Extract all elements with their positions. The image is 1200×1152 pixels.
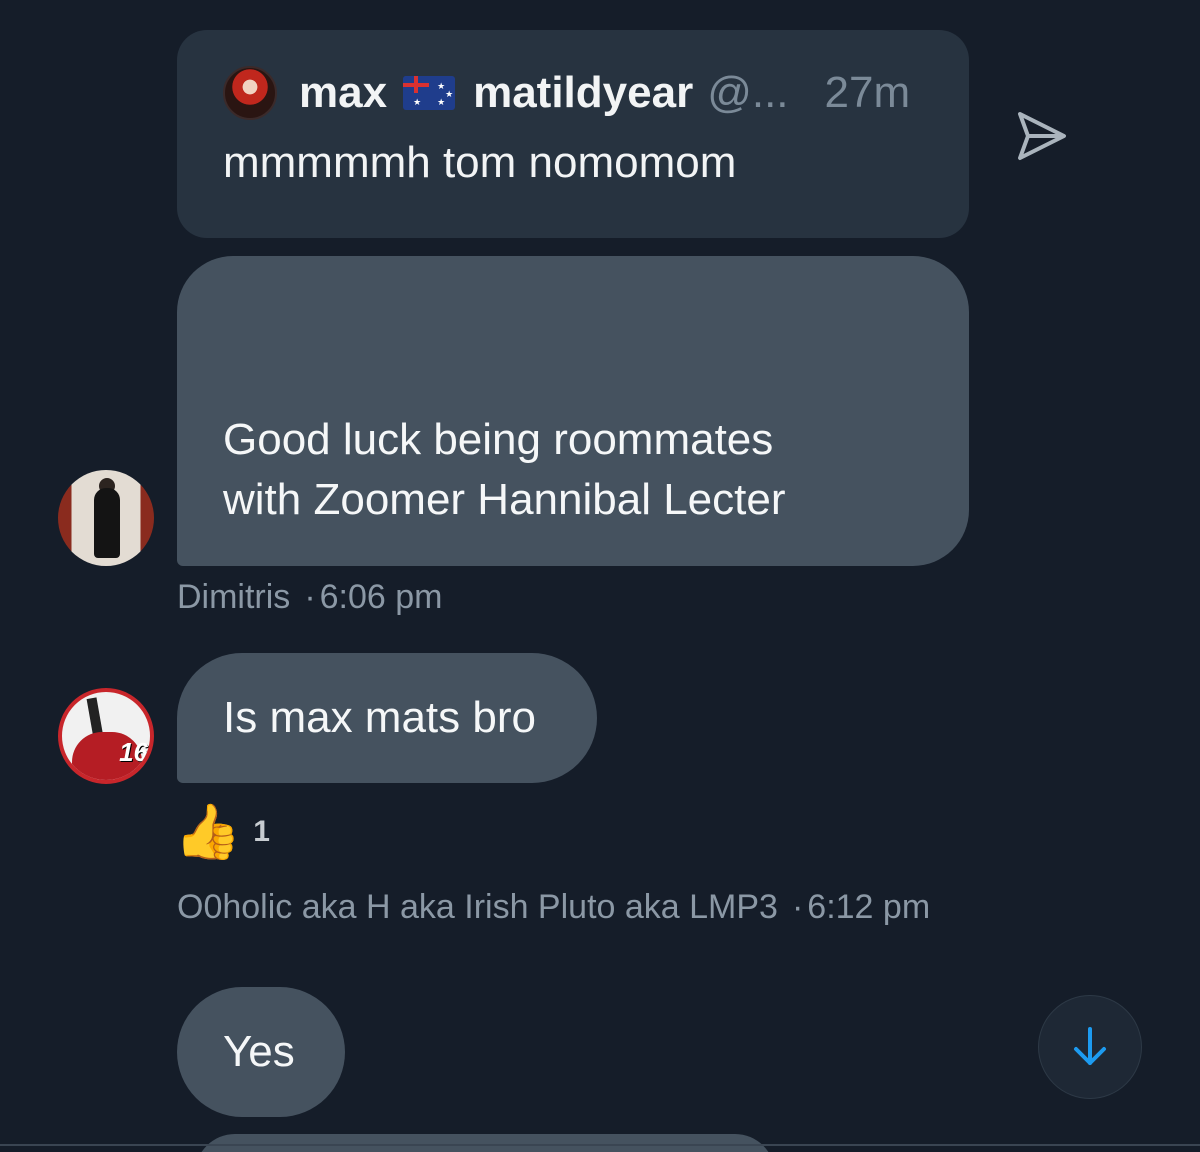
message-text: Yes: [223, 1027, 295, 1076]
message-bubble[interactable]: Is max mats bro: [177, 653, 597, 783]
quoted-tweet-display-name-suffix: matildyear: [473, 68, 694, 117]
scroll-to-bottom-button[interactable]: [1038, 995, 1142, 1099]
sender-name: Dimitris: [177, 578, 291, 616]
divider: [0, 1144, 1200, 1146]
australia-flag-icon: ★ ★ ★ ★: [403, 76, 456, 110]
message-bubble[interactable]: Yes: [177, 987, 345, 1117]
share-button[interactable]: [1012, 108, 1072, 164]
quoted-tweet-display-name: max: [299, 68, 388, 117]
dm-conversation: max ★ ★ ★ ★ matildyear @... 27m mmmmmh t…: [0, 0, 1200, 1152]
avatar[interactable]: [223, 66, 277, 120]
message-bubble-partial[interactable]: [195, 1134, 775, 1152]
message-time: 6:12 pm: [807, 888, 931, 926]
arrow-down-icon: [1074, 1027, 1106, 1065]
quoted-tweet-card[interactable]: max ★ ★ ★ ★ matildyear @... 27m mmmmmh t…: [177, 30, 969, 238]
sender-name: O0holic aka H aka Irish Pluto aka LMP3: [177, 888, 778, 926]
quoted-tweet-text: mmmmmh tom nomomom: [223, 138, 737, 187]
avatar-number: 16: [119, 737, 148, 767]
message-bubble[interactable]: Good luck being roommates with Zoomer Ha…: [177, 256, 969, 566]
message-meta: O0holic aka H aka Irish Pluto aka LMP3 · 6…: [177, 888, 930, 927]
message-text-line: Good luck being roommates: [223, 415, 774, 464]
meta-separator: ·: [304, 578, 316, 616]
message-text: Is max mats bro: [223, 693, 536, 742]
quoted-tweet-time: 27m: [824, 68, 911, 117]
reaction-count: 1: [253, 815, 270, 848]
message-text-line: with Zoomer Hannibal Lecter: [223, 475, 786, 524]
quoted-tweet-handle: @...: [707, 68, 789, 117]
share-icon: [1018, 112, 1066, 160]
reaction-pill[interactable]: 👍 1: [174, 800, 270, 864]
avatar[interactable]: [58, 470, 154, 566]
message-time: 6:06 pm: [319, 578, 443, 616]
quoted-tweet-header: max ★ ★ ★ ★ matildyear @... 27m: [223, 66, 929, 120]
thumbs-up-icon: 👍: [174, 802, 242, 862]
avatar[interactable]: 16: [58, 688, 154, 784]
meta-separator: ·: [791, 888, 804, 926]
message-meta: Dimitris · 6:06 pm: [177, 578, 443, 617]
